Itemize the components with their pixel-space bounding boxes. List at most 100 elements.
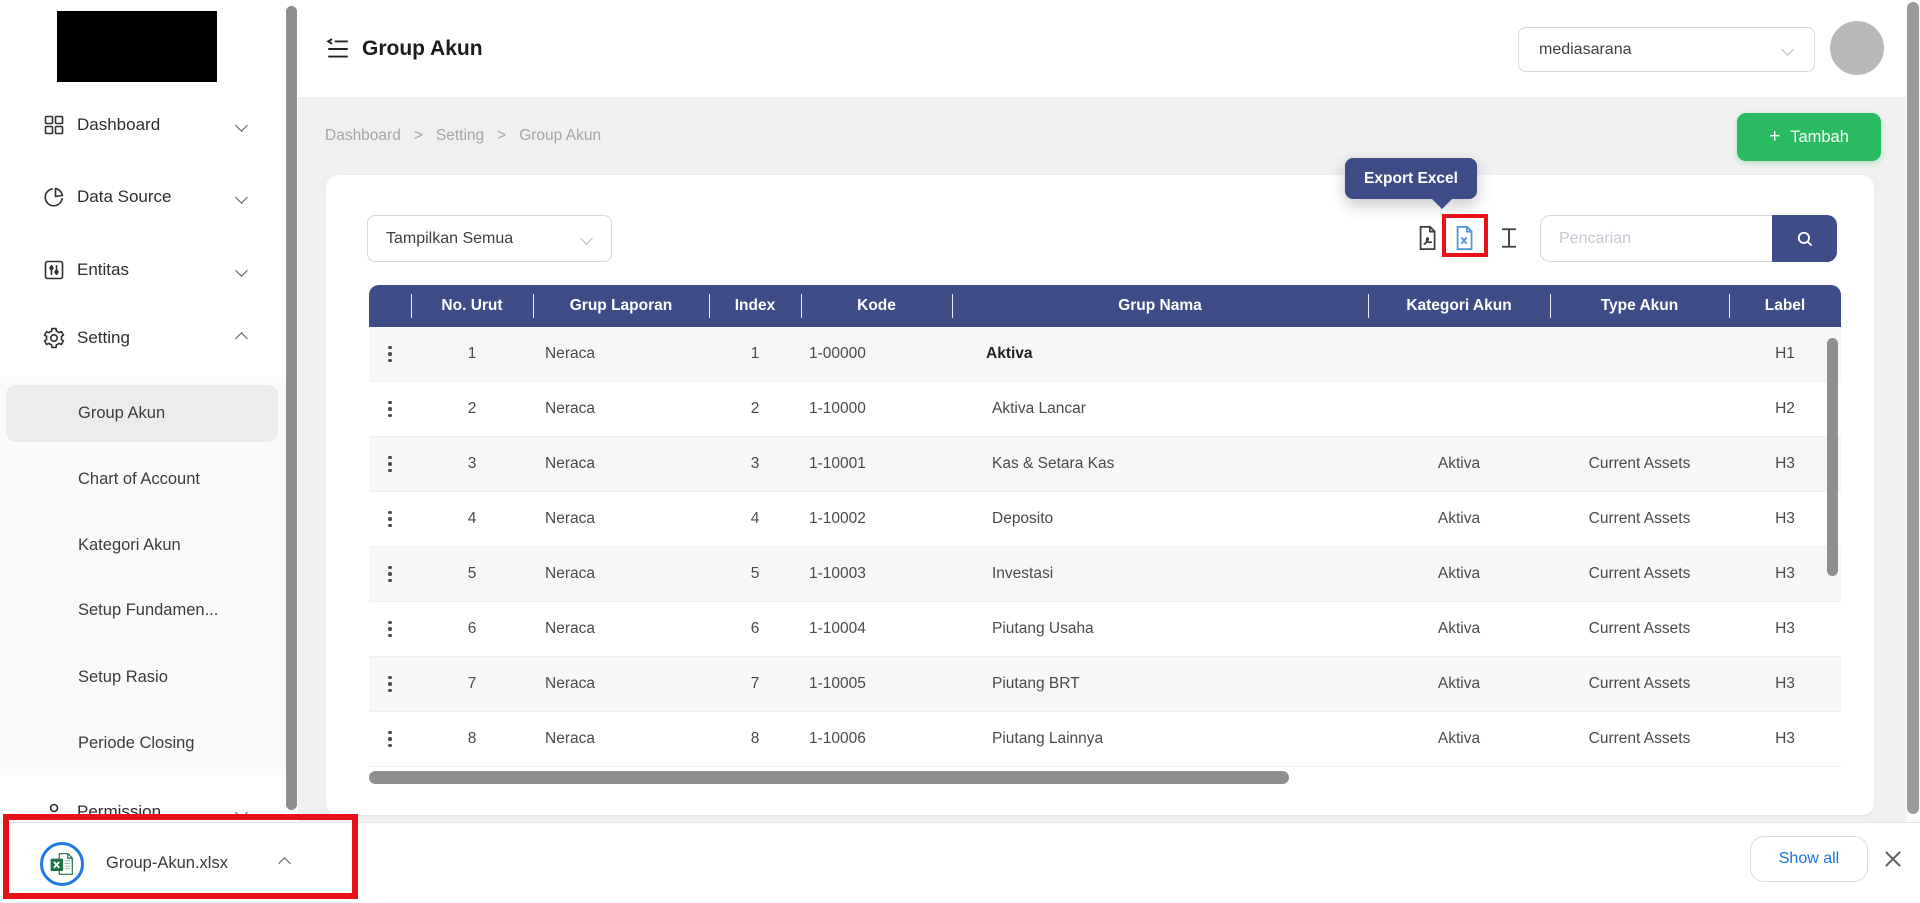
- table-row: 1 Neraca 1 1-00000 Aktiva H1: [369, 327, 1841, 382]
- cell-grup-nama: Deposito: [952, 492, 1368, 546]
- cell-grup-laporan: Neraca: [533, 547, 709, 601]
- row-menu-icon[interactable]: [382, 670, 398, 699]
- row-menu-icon[interactable]: [382, 340, 398, 369]
- sidebar-item-label: Permission: [77, 802, 161, 822]
- cell-type-akun: Current Assets: [1550, 657, 1729, 711]
- table-row: 2 Neraca 2 1-10000 Aktiva Lancar H2: [369, 382, 1841, 437]
- search-input[interactable]: [1540, 215, 1772, 262]
- table-header: No. Urut: [411, 285, 533, 327]
- cell-kode: 1-10001: [801, 437, 952, 491]
- sidebar-item-label: Setting: [77, 328, 130, 348]
- show-all-button[interactable]: Show all: [1750, 836, 1868, 882]
- table-row: 4 Neraca 4 1-10002 Deposito Aktiva Curre…: [369, 492, 1841, 547]
- cell-kategori-akun: [1368, 327, 1550, 381]
- export-excel-tooltip: Export Excel: [1345, 158, 1477, 199]
- sidebar-item-entitas[interactable]: Entitas: [0, 246, 285, 294]
- cell-grup-laporan: Neraca: [533, 492, 709, 546]
- sidebar-item-group-akun[interactable]: Group Akun: [6, 385, 278, 442]
- sidebar-item-periode-closing[interactable]: Periode Closing: [6, 719, 278, 767]
- cell-grup-laporan: Neraca: [533, 712, 709, 766]
- table-vertical-scrollbar[interactable]: [1827, 338, 1838, 576]
- sidebar-item-data-source[interactable]: Data Source: [0, 173, 285, 221]
- cell-label: H2: [1729, 382, 1841, 436]
- table-row: 6 Neraca 6 1-10004 Piutang Usaha Aktiva …: [369, 602, 1841, 657]
- chevron-down-icon: [1781, 43, 1794, 56]
- cell-label: H3: [1729, 712, 1841, 766]
- sliders-icon: [42, 258, 66, 282]
- table-header: [369, 285, 411, 327]
- cell-grup-laporan: Neraca: [533, 327, 709, 381]
- export-excel-icon[interactable]: [1450, 224, 1478, 252]
- cell-grup-nama: Aktiva: [952, 327, 1368, 381]
- table-header: Kategori Akun: [1368, 285, 1550, 327]
- close-icon[interactable]: [1882, 848, 1904, 870]
- breadcrumb-separator: >: [414, 127, 423, 145]
- cell-kode: 1-10004: [801, 602, 952, 656]
- cell-type-akun: [1550, 382, 1729, 436]
- sidebar-item-dashboard[interactable]: Dashboard: [0, 101, 285, 149]
- row-menu-icon[interactable]: [382, 560, 398, 589]
- cell-grup-nama: Piutang Usaha: [952, 602, 1368, 656]
- cell-type-akun: Current Assets: [1550, 492, 1729, 546]
- cell-grup-nama: Kas & Setara Kas: [952, 437, 1368, 491]
- sidebar-item-kategori-akun[interactable]: Kategori Akun: [6, 521, 278, 569]
- breadcrumb-setting[interactable]: Setting: [436, 127, 484, 145]
- row-menu-icon[interactable]: [382, 615, 398, 644]
- row-menu-icon[interactable]: [382, 725, 398, 754]
- cell-label: H3: [1729, 547, 1841, 601]
- sidebar-item-label: Entitas: [77, 260, 129, 280]
- table-row: 8 Neraca 8 1-10006 Piutang Lainnya Aktiv…: [369, 712, 1841, 767]
- search-button[interactable]: [1772, 215, 1837, 262]
- cell-index: 8: [709, 712, 801, 766]
- sidebar-item-setup-rasio[interactable]: Setup Rasio: [6, 653, 278, 701]
- cell-label: H1: [1729, 327, 1841, 381]
- row-menu-icon[interactable]: [382, 395, 398, 424]
- download-item[interactable]: Group-Akun.xlsx: [40, 823, 289, 903]
- search-icon: [1794, 228, 1816, 250]
- cell-type-akun: Current Assets: [1550, 547, 1729, 601]
- table-row: 7 Neraca 7 1-10005 Piutang BRT Aktiva Cu…: [369, 657, 1841, 712]
- app-window: Dashboard Data Source Entitas Setting: [0, 0, 1920, 903]
- cell-kategori-akun: Aktiva: [1368, 547, 1550, 601]
- breadcrumb-dashboard[interactable]: Dashboard: [325, 127, 401, 145]
- submenu-label: Setup Rasio: [78, 668, 168, 687]
- cell-index: 5: [709, 547, 801, 601]
- cell-type-akun: [1550, 327, 1729, 381]
- submenu-label: Group Akun: [78, 404, 165, 423]
- download-filename: Group-Akun.xlsx: [106, 854, 228, 873]
- tambah-label: Tambah: [1790, 128, 1849, 147]
- table-horizontal-scrollbar[interactable]: [369, 771, 1289, 784]
- export-pdf-icon[interactable]: [1413, 224, 1441, 252]
- menu-fold-icon[interactable]: [325, 36, 351, 62]
- row-height-icon[interactable]: [1495, 224, 1523, 252]
- cell-label: H3: [1729, 602, 1841, 656]
- cell-no-urut: 5: [411, 547, 533, 601]
- breadcrumb-separator: >: [497, 127, 506, 145]
- sidebar-scrollbar[interactable]: [285, 0, 298, 822]
- cell-label: H3: [1729, 657, 1841, 711]
- page-title: Group Akun: [362, 37, 483, 61]
- workspace-select[interactable]: mediasarana: [1518, 27, 1815, 72]
- cell-grup-nama: Piutang BRT: [952, 657, 1368, 711]
- chevron-up-icon[interactable]: [278, 857, 291, 870]
- sidebar-item-setup-fundamental[interactable]: Setup Fundamen...: [6, 586, 278, 634]
- tambah-button[interactable]: + Tambah: [1737, 113, 1881, 161]
- table-row: 3 Neraca 3 1-10001 Kas & Setara Kas Akti…: [369, 437, 1841, 492]
- cell-no-urut: 6: [411, 602, 533, 656]
- sidebar-item-setting[interactable]: Setting: [0, 314, 285, 362]
- cell-no-urut: 1: [411, 327, 533, 381]
- row-menu-icon[interactable]: [382, 450, 398, 479]
- cell-kode: 1-00000: [801, 327, 952, 381]
- avatar[interactable]: [1830, 21, 1884, 75]
- page-scrollbar[interactable]: [1906, 0, 1920, 822]
- row-menu-icon[interactable]: [382, 505, 398, 534]
- show-filter-select[interactable]: Tampilkan Semua: [367, 215, 612, 262]
- sidebar-item-chart-of-account[interactable]: Chart of Account: [6, 455, 278, 503]
- cell-label: H3: [1729, 492, 1841, 546]
- sidebar-item-label: Dashboard: [77, 115, 160, 135]
- breadcrumb-current: Group Akun: [519, 127, 601, 145]
- cell-label: H3: [1729, 437, 1841, 491]
- cell-index: 7: [709, 657, 801, 711]
- cell-type-akun: Current Assets: [1550, 602, 1729, 656]
- cell-index: 6: [709, 602, 801, 656]
